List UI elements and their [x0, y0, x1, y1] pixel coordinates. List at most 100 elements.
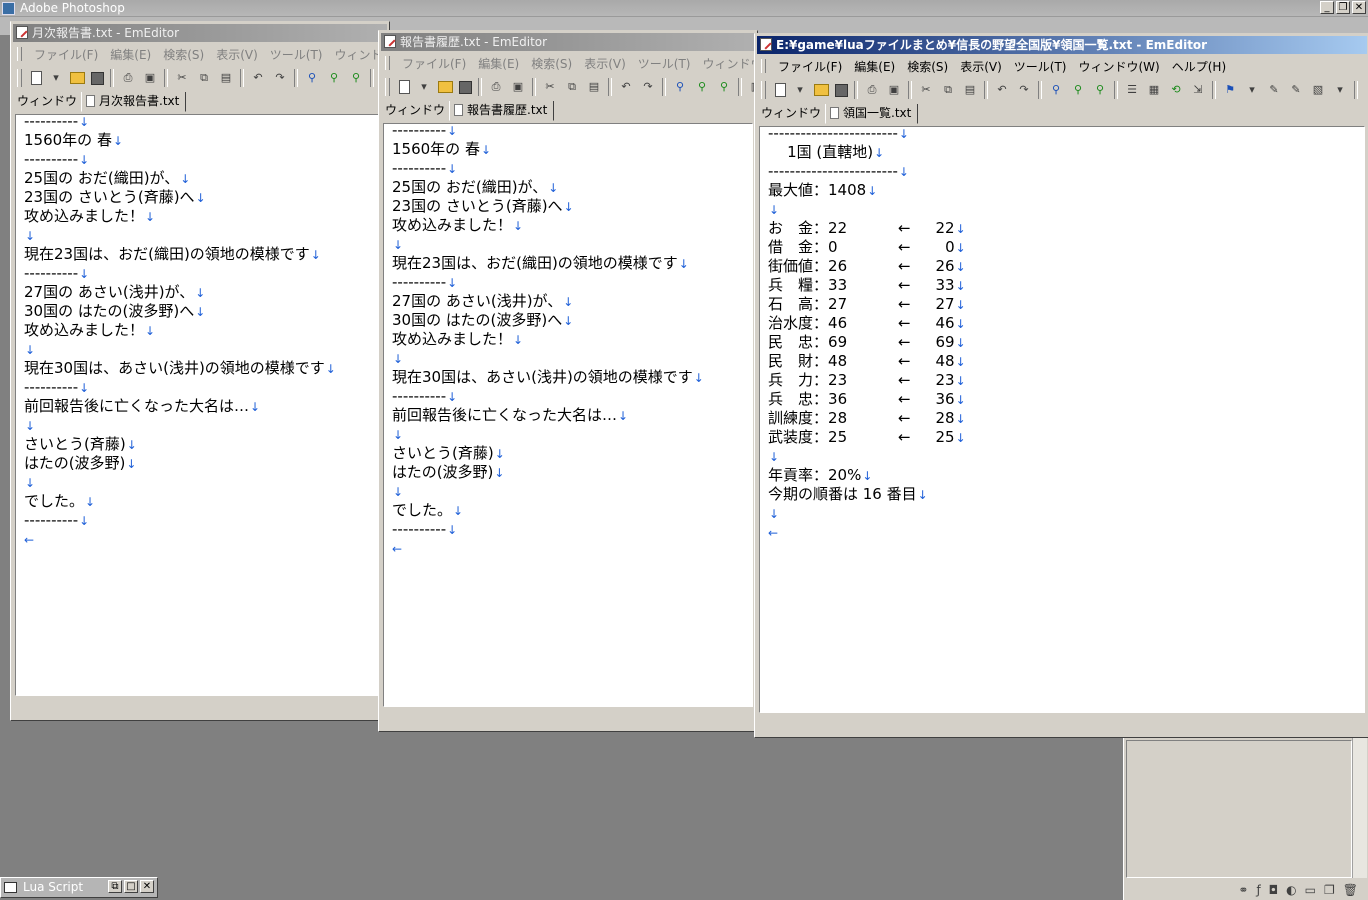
- copy-icon[interactable]: ⧉: [196, 70, 212, 86]
- save-icon[interactable]: [835, 83, 848, 97]
- menu-grip[interactable]: [385, 56, 390, 70]
- menu-item-4[interactable]: ツール(T): [632, 55, 697, 72]
- editor-window-monthly-report[interactable]: 月次報告書.txt - EmEditor ファイル(F) 編集(E) 検索(S) 表示(…: [10, 21, 390, 721]
- copy-icon[interactable]: ⧉: [564, 79, 580, 95]
- doc-icon[interactable]: [31, 71, 42, 85]
- view2-icon[interactable]: ⟲: [1168, 82, 1184, 98]
- menu-item-0[interactable]: ファイル(F): [772, 58, 848, 75]
- dd-icon[interactable]: ▾: [1332, 82, 1348, 98]
- folder-icon[interactable]: ▭: [1305, 883, 1316, 897]
- menu-item-0[interactable]: ファイル(F): [396, 55, 472, 72]
- toolbar-grip[interactable]: [385, 78, 390, 96]
- menu-grip[interactable]: [761, 59, 766, 73]
- minimize-button[interactable]: _: [1320, 1, 1334, 14]
- tool-icon[interactable]: ⚒: [1364, 82, 1367, 98]
- tab-window-label[interactable]: ウィンドウ: [13, 92, 81, 112]
- findnext-icon[interactable]: ⚲: [1070, 82, 1086, 98]
- menu-item-4[interactable]: ツール(T): [1008, 58, 1073, 75]
- preview-icon[interactable]: ▣: [510, 79, 526, 95]
- cut-icon[interactable]: ✂: [542, 79, 558, 95]
- print-icon[interactable]: ⎙: [120, 70, 136, 86]
- adjustment-icon[interactable]: ◐: [1286, 883, 1296, 897]
- link-icon[interactable]: ⚭: [1238, 883, 1248, 897]
- save-icon[interactable]: [91, 71, 104, 85]
- menu-item-3[interactable]: 表示(V): [578, 55, 632, 72]
- save-icon[interactable]: [459, 80, 472, 94]
- document-tab[interactable]: 月次報告書.txt: [81, 92, 187, 112]
- menu-item-2[interactable]: 検索(S): [525, 55, 578, 72]
- menu-item-4[interactable]: ツール(T): [264, 46, 329, 63]
- findnext-icon[interactable]: ⚲: [326, 70, 342, 86]
- wrap-icon[interactable]: ☰: [1124, 82, 1140, 98]
- text-editor[interactable]: ------------------------↓ 1国 (直轄地)↓ -----…: [759, 126, 1365, 713]
- mask-icon[interactable]: ◘: [1269, 883, 1279, 897]
- restore-button[interactable]: ❐: [1336, 1, 1350, 14]
- print-icon[interactable]: ⎙: [864, 82, 880, 98]
- menu-item-5[interactable]: ウィンドウ(W): [1073, 58, 1166, 75]
- menu-item-6[interactable]: ヘルプ(H): [1166, 58, 1232, 75]
- menu-item-2[interactable]: 検索(S): [157, 46, 210, 63]
- menu-item-2[interactable]: 検索(S): [901, 58, 954, 75]
- dd-icon[interactable]: ▾: [416, 79, 432, 95]
- folder-icon[interactable]: [814, 84, 829, 96]
- undo-icon[interactable]: ↶: [250, 70, 266, 86]
- folder-icon[interactable]: [70, 72, 85, 84]
- document-tab[interactable]: 報告書履歴.txt: [449, 101, 555, 121]
- cut-icon[interactable]: ✂: [918, 82, 934, 98]
- chart-icon[interactable]: ▧: [1310, 82, 1326, 98]
- menu-grip[interactable]: [17, 47, 22, 61]
- folder-icon[interactable]: [438, 81, 453, 93]
- editor-window-province-list[interactable]: E:¥game¥luaファイルまとめ¥信長の野望全国版¥領国一覧.txt - E…: [754, 33, 1368, 738]
- lua-maximize-button[interactable]: □: [124, 880, 138, 893]
- find-icon[interactable]: ⚲: [304, 70, 320, 86]
- new-layer-icon[interactable]: ❐: [1324, 883, 1335, 897]
- style-icon[interactable]: ƒ: [1256, 883, 1260, 897]
- tab-window-label[interactable]: ウィンドウ: [757, 104, 825, 124]
- dd-icon[interactable]: ▾: [792, 82, 808, 98]
- lua-script-window[interactable]: Lua Script ⧉ □ ✕: [0, 877, 158, 898]
- copy-icon[interactable]: ⧉: [940, 82, 956, 98]
- editor-window-report-history[interactable]: 報告書履歴.txt - EmEditor ファイル(F) 編集(E) 検索(S) 表示(…: [378, 30, 758, 732]
- findprev-icon[interactable]: ⚲: [1092, 82, 1108, 98]
- redo-icon[interactable]: ↷: [640, 79, 656, 95]
- mark-icon[interactable]: ⚑: [1222, 82, 1238, 98]
- toolbar-grip[interactable]: [761, 81, 766, 99]
- print-icon[interactable]: ⎙: [488, 79, 504, 95]
- preview-icon[interactable]: ▣: [886, 82, 902, 98]
- lua-restore-button[interactable]: ⧉: [108, 880, 122, 893]
- undo-icon[interactable]: ↶: [994, 82, 1010, 98]
- edit1-icon[interactable]: ✎: [1266, 82, 1282, 98]
- paste-icon[interactable]: ▤: [962, 82, 978, 98]
- view1-icon[interactable]: ▦: [1146, 82, 1162, 98]
- find-icon[interactable]: ⚲: [672, 79, 688, 95]
- redo-icon[interactable]: ↷: [272, 70, 288, 86]
- undo-icon[interactable]: ↶: [618, 79, 634, 95]
- redo-icon[interactable]: ↷: [1016, 82, 1032, 98]
- menu-item-3[interactable]: 表示(V): [954, 58, 1008, 75]
- toolbar-grip[interactable]: [17, 69, 22, 87]
- trash-icon[interactable]: 🗑: [1343, 883, 1358, 897]
- menu-item-3[interactable]: 表示(V): [210, 46, 264, 63]
- dd-icon[interactable]: ▾: [48, 70, 64, 86]
- preview-icon[interactable]: ▣: [142, 70, 158, 86]
- findprev-icon[interactable]: ⚲: [716, 79, 732, 95]
- text-editor[interactable]: ----------↓ 1560年の 春↓ ----------↓ 25国の おだ(織…: [15, 114, 385, 696]
- findprev-icon[interactable]: ⚲: [348, 70, 364, 86]
- close-button[interactable]: ✕: [1352, 1, 1366, 14]
- paste-icon[interactable]: ▤: [218, 70, 234, 86]
- menu-item-5[interactable]: ウィンドウ(W): [697, 55, 756, 72]
- panel-scrollbar[interactable]: [1352, 738, 1367, 878]
- tab-window-label[interactable]: ウィンドウ: [381, 101, 449, 121]
- dd-icon[interactable]: ▾: [1244, 82, 1260, 98]
- paste-icon[interactable]: ▤: [586, 79, 602, 95]
- cut-icon[interactable]: ✂: [174, 70, 190, 86]
- doc-icon[interactable]: [775, 83, 786, 97]
- view3-icon[interactable]: ⇲: [1190, 82, 1206, 98]
- doc-icon[interactable]: [399, 80, 410, 94]
- document-tab[interactable]: 領国一覧.txt: [825, 104, 919, 124]
- findnext-icon[interactable]: ⚲: [694, 79, 710, 95]
- lua-close-button[interactable]: ✕: [140, 880, 154, 893]
- text-editor[interactable]: ----------↓ 1560年の 春↓ ----------↓ 25国の おだ(織…: [383, 123, 753, 707]
- menu-item-1[interactable]: 編集(E): [104, 46, 157, 63]
- find-icon[interactable]: ⚲: [1048, 82, 1064, 98]
